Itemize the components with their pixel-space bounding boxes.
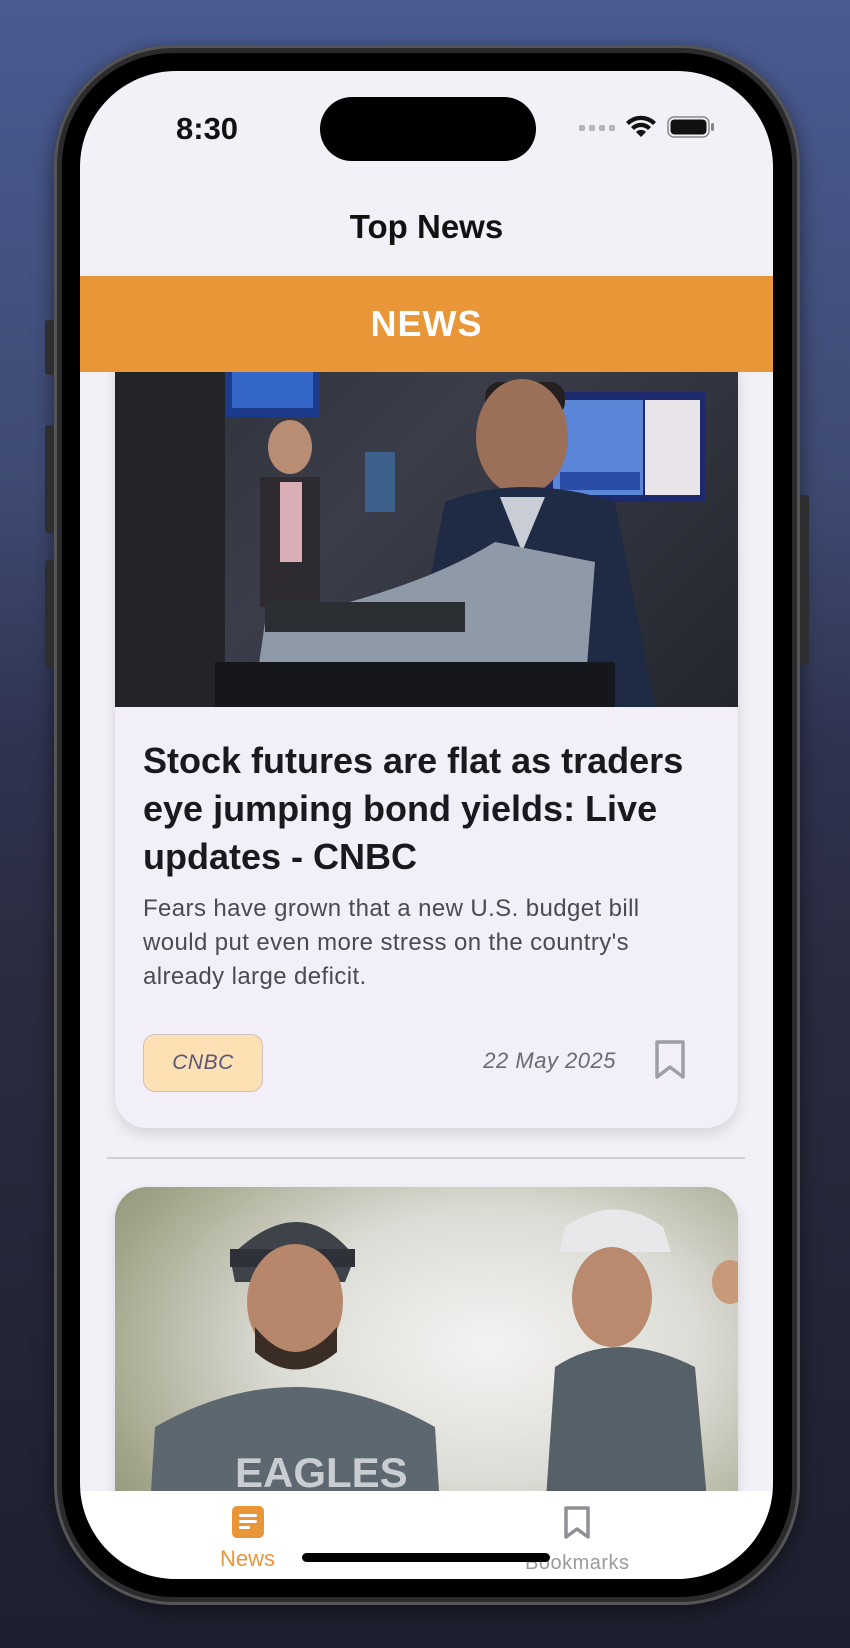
tab-news-label: News (220, 1546, 276, 1571)
trading-floor-photo (115, 372, 738, 707)
news-card[interactable]: EAGLES (115, 1187, 738, 1492)
article-description: Fears have grown that a new U.S. budget … (143, 895, 640, 990)
card-divider (107, 1157, 745, 1159)
news-doc-icon (231, 1506, 264, 1538)
tab-bookmarks[interactable]: Bookmarks (525, 1506, 630, 1575)
tab-news[interactable]: News (220, 1506, 275, 1572)
volume-down-button (45, 560, 54, 668)
app-screen: 8:30 Top News NEWS Stock futures are fla… (80, 71, 773, 1579)
wifi-icon (626, 115, 656, 137)
power-button (800, 495, 809, 665)
bookmark-outline-icon[interactable] (654, 1040, 686, 1080)
svg-text:EAGLES: EAGLES (235, 1449, 408, 1492)
home-indicator (302, 1553, 550, 1562)
news-feed[interactable]: Stock futures are flat as traders eye ju… (80, 372, 773, 1492)
status-icons (579, 115, 715, 139)
tab-bar: News Bookmarks (80, 1491, 773, 1579)
source-badge: CNBC (143, 1034, 263, 1092)
page-title: Top News (349, 208, 504, 245)
battery-icon (667, 116, 714, 138)
signal-icon (579, 125, 615, 131)
bookmark-icon (564, 1506, 591, 1539)
news-banner: NEWS (80, 276, 773, 372)
banner-label: NEWS (370, 303, 483, 344)
mute-switch (45, 320, 54, 375)
eagles-coaches-photo: EAGLES (115, 1187, 738, 1492)
volume-up-button (45, 425, 54, 533)
news-card[interactable]: Stock futures are flat as traders eye ju… (115, 372, 738, 1128)
article-title[interactable]: Stock futures are flat as traders eye ju… (143, 737, 713, 881)
dynamic-island (320, 97, 536, 161)
article-date: 22 May 2025 (483, 1048, 616, 1073)
status-time: 8:30 (176, 111, 239, 146)
